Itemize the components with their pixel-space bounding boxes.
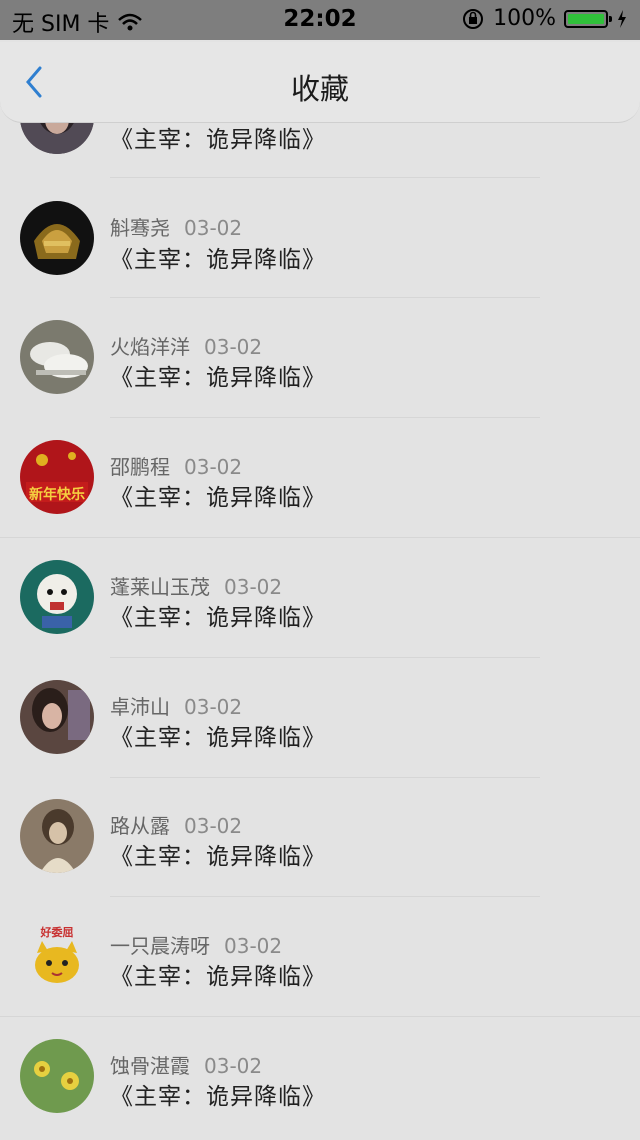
item-author: 火焰洋洋 xyxy=(110,335,190,359)
list-item[interactable]: 蚀骨湛霞 03-02 《主宰：诡异降临》 xyxy=(0,1020,640,1140)
item-author: 路从露 xyxy=(110,814,170,838)
battery-icon xyxy=(564,9,612,28)
avatar-text: 新年快乐 xyxy=(29,487,85,503)
item-author: 一只晨涛呀 xyxy=(110,934,210,958)
avatar-text: 好委屈 xyxy=(40,926,74,939)
status-bar: 无 SIM 卡 22:02 100% xyxy=(0,0,640,40)
divider xyxy=(110,417,540,418)
list-item[interactable]: 路从露 03-02 《主宰：诡异降临》 xyxy=(0,780,640,900)
page-title: 收藏 xyxy=(290,72,349,106)
divider xyxy=(110,177,540,178)
item-meta: 火焰洋洋 03-02 xyxy=(110,331,262,360)
avatar-flowers-icon xyxy=(20,1039,94,1113)
item-date: 03-02 xyxy=(184,216,243,240)
item-date: 03-02 xyxy=(184,814,243,838)
item-content: 《主宰：诡异降临》 xyxy=(110,1084,326,1110)
item-meta: 邵鹏程 03-02 xyxy=(110,451,242,480)
avatar xyxy=(20,320,94,394)
divider xyxy=(110,657,540,658)
charging-bolt-icon xyxy=(618,9,626,28)
battery-percent: 100% xyxy=(493,6,556,31)
avatar xyxy=(20,1039,94,1113)
item-date: 03-02 xyxy=(204,335,263,359)
avatar-sneakers-icon xyxy=(20,320,94,394)
avatar: 新年快乐 xyxy=(20,440,94,514)
avatar-sepia-photo-icon xyxy=(20,799,94,873)
divider xyxy=(0,1016,640,1017)
item-meta: 蓬莱山玉茂 03-02 xyxy=(110,571,282,600)
list-item[interactable]: 蓬莱山玉茂 03-02 《主宰：诡异降临》 xyxy=(0,540,640,660)
divider xyxy=(110,777,540,778)
item-content: 《主宰：诡异降临》 xyxy=(110,485,326,511)
item-content: 《主宰：诡异降临》 xyxy=(110,844,326,870)
list-item[interactable]: 好委屈 一只晨涛呀 03-02 《主宰：诡异降临》 xyxy=(0,900,640,1020)
list-item[interactable]: 火焰洋洋 03-02 《主宰：诡异降临》 xyxy=(0,300,640,420)
item-author: 斛骞尧 xyxy=(110,216,170,240)
divider xyxy=(110,896,540,897)
item-meta: 路从露 03-02 xyxy=(110,810,242,839)
list-item[interactable]: 卓沛山 03-02 《主宰：诡异降临》 xyxy=(0,660,640,780)
divider xyxy=(110,297,540,298)
avatar xyxy=(20,680,94,754)
item-meta: 卓沛山 03-02 xyxy=(110,691,242,720)
list-item[interactable]: 斛骞尧 03-02 《主宰：诡异降临》 xyxy=(0,180,640,300)
item-content: 《主宰：诡异降临》 xyxy=(110,964,326,990)
item-meta: 一只晨涛呀 03-02 xyxy=(110,930,282,959)
navigation-bar: 收藏 xyxy=(0,42,640,123)
divider xyxy=(0,537,640,538)
item-content: 《主宰：诡异降临》 xyxy=(110,127,326,153)
avatar-girl-photo-icon xyxy=(20,680,94,754)
avatar-cartoon-character-icon xyxy=(20,560,94,634)
item-meta: 蚀骨湛霞 03-02 xyxy=(110,1050,262,1079)
rotation-lock-icon xyxy=(463,8,484,29)
item-date: 03-02 xyxy=(184,455,243,479)
avatar: 好委屈 xyxy=(20,919,94,993)
item-content: 《主宰：诡异降临》 xyxy=(110,605,326,631)
item-content: 《主宰：诡异降临》 xyxy=(110,725,326,751)
avatar xyxy=(20,799,94,873)
battery-fill xyxy=(568,13,604,24)
avatar-golden-helmet-icon xyxy=(20,201,94,275)
item-content: 《主宰：诡异降临》 xyxy=(110,247,326,273)
item-date: 03-02 xyxy=(184,695,243,719)
item-date: 03-02 xyxy=(224,575,283,599)
avatar xyxy=(20,201,94,275)
item-meta: 斛骞尧 03-02 xyxy=(110,212,242,241)
avatar xyxy=(20,560,94,634)
item-author: 蚀骨湛霞 xyxy=(110,1054,190,1078)
item-author: 卓沛山 xyxy=(110,695,170,719)
item-author: 蓬莱山玉茂 xyxy=(110,575,210,599)
item-content: 《主宰：诡异降临》 xyxy=(110,365,326,391)
list-item[interactable]: 新年快乐 邵鹏程 03-02 《主宰：诡异降临》 xyxy=(0,420,640,540)
item-date: 03-02 xyxy=(224,934,283,958)
item-author: 邵鹏程 xyxy=(110,455,170,479)
item-date: 03-02 xyxy=(204,1054,263,1078)
